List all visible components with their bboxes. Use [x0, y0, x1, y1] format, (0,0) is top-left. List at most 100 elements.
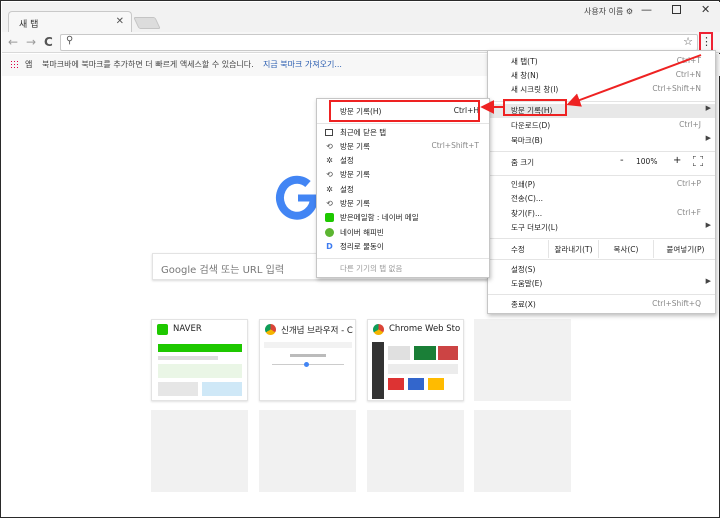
reload-icon[interactable]: C: [44, 35, 53, 49]
gear-icon: ✲: [326, 156, 333, 165]
copy-button[interactable]: 복사(C): [598, 240, 653, 258]
close-window-icon[interactable]: ✕: [701, 3, 710, 16]
submenu-history-entry[interactable]: ⟲ 방문 기록 Ctrl+Shift+T: [317, 140, 489, 154]
tile-thumbnail: [372, 342, 460, 399]
menu-item-label: 새 창(N): [511, 71, 539, 80]
tab-title: 새 탭: [19, 20, 39, 30]
zoom-out-button[interactable]: -: [620, 155, 624, 166]
profile-name[interactable]: 사용자 이름 ⚙: [584, 6, 633, 17]
menu-item-new-window[interactable]: 새 창(N) Ctrl+N: [488, 69, 715, 83]
menu-item-shortcut: Ctrl+F: [677, 208, 701, 217]
submenu-item-label: 최근에 닫은 탭: [340, 128, 387, 137]
tile-naver[interactable]: NAVER: [151, 319, 248, 401]
maximize-icon[interactable]: [672, 5, 681, 14]
back-icon[interactable]: ←: [8, 35, 18, 49]
tile-empty: [474, 410, 571, 492]
history-icon: ⟲: [326, 170, 333, 179]
cut-button[interactable]: 잘라내기(T): [548, 240, 598, 258]
forward-icon[interactable]: →: [26, 35, 36, 49]
fullscreen-icon[interactable]: [693, 156, 703, 166]
submenu-item-label: 네이버 해피빈: [340, 228, 384, 237]
submenu-item-label: 방문 기록(H): [340, 107, 382, 116]
menu-item-shortcut: Ctrl+N: [675, 70, 701, 79]
tile-title: Chrome Web Store: [389, 324, 461, 334]
submenu-recently-closed-tab[interactable]: 최근에 닫은 탭: [317, 126, 489, 140]
new-tab-button[interactable]: [133, 17, 161, 29]
happybean-icon: [325, 228, 334, 237]
menu-item-label: 방문 기록(H): [511, 106, 553, 115]
bookmarks-message: 북마크바에 북마크를 추가하면 더 빠르게 액세스할 수 있습니다.: [42, 60, 254, 69]
menu-item-label: 인쇄(P): [511, 180, 536, 189]
gear-icon: ✲: [326, 185, 333, 194]
tile-empty: [151, 410, 248, 492]
menu-item-shortcut: Ctrl+T: [676, 56, 701, 65]
tile-header: 신개념 브라우저 - C...: [260, 320, 355, 340]
chrome-favicon-icon: [265, 324, 276, 335]
history-icon: ⟲: [326, 142, 333, 151]
submenu-history-entry[interactable]: ⟲ 방문 기록: [317, 168, 489, 182]
menu-item-settings[interactable]: 설정(S): [488, 263, 715, 277]
tile-chrome-web-store[interactable]: Chrome Web Store: [367, 319, 464, 401]
menu-item-shortcut: Ctrl+Shift+N: [652, 84, 701, 93]
menu-item-new-tab[interactable]: 새 탭(T) Ctrl+T: [488, 55, 715, 69]
menu-item-label: 새 탭(T): [511, 57, 538, 66]
bookmark-star-icon[interactable]: ☆: [683, 35, 693, 48]
tile-title: NAVER: [173, 324, 202, 334]
menu-item-shortcut: Ctrl+J: [679, 120, 701, 129]
menu-item-label: 설정(S): [511, 265, 536, 274]
import-bookmarks-link[interactable]: 지금 북마크 가져오기...: [263, 59, 342, 70]
menu-item-exit[interactable]: 종료(X) Ctrl+Shift+Q: [488, 298, 715, 312]
menu-item-find[interactable]: 찾기(F)... Ctrl+F: [488, 207, 715, 221]
menu-separator: [488, 294, 715, 295]
menu-item-history[interactable]: 방문 기록(H) ▶: [488, 104, 715, 118]
submenu-settings-entry[interactable]: ✲ 설정: [317, 154, 489, 168]
submenu-item-label: 설정: [340, 156, 354, 165]
submenu-item-label: 정리로 물동이: [340, 242, 384, 251]
tab-new-tab[interactable]: 새 탭 ✕: [8, 11, 132, 33]
address-bar[interactable]: ⚲ ☆: [60, 34, 698, 51]
submenu-history-header[interactable]: 방문 기록(H) Ctrl+H: [317, 105, 489, 119]
submenu-no-other-devices: 다른 기기의 탭 없음: [317, 262, 489, 276]
submenu-item-label: 방문 기록: [340, 142, 370, 151]
tile-empty: [367, 410, 464, 492]
menu-item-cast[interactable]: 전송(C)...: [488, 192, 715, 206]
zoom-in-button[interactable]: +: [673, 155, 681, 166]
tile-empty: [259, 410, 356, 492]
tile-header: Chrome Web Store: [368, 320, 463, 340]
submenu-naver-happybean[interactable]: 네이버 해피빈: [317, 226, 489, 240]
minimize-icon[interactable]: —: [641, 3, 652, 16]
menu-item-label: 북마크(B): [511, 136, 543, 145]
browser-window: 새 탭 ✕ 사용자 이름 ⚙ — ✕ ← → C ⚲ ☆ ⋮ 앱 북마크바에 북…: [0, 0, 720, 518]
menu-item-label: 종료(X): [511, 300, 536, 309]
zoom-value: 100%: [636, 157, 658, 166]
paste-button[interactable]: 붙여넣기(P): [653, 240, 717, 258]
menu-item-downloads[interactable]: 다운로드(D) Ctrl+J: [488, 119, 715, 133]
zoom-label: 줌 크기: [511, 158, 535, 167]
apps-grid-icon[interactable]: [10, 60, 19, 69]
submenu-history-entry[interactable]: ⟲ 방문 기록: [317, 197, 489, 211]
submenu-item-label: 설정: [340, 185, 354, 194]
tile-chrome-welcome[interactable]: 신개념 브라우저 - C...: [259, 319, 356, 401]
menu-item-print[interactable]: 인쇄(P) Ctrl+P: [488, 178, 715, 192]
naver-mail-icon: [325, 213, 334, 222]
tab-icon: [325, 129, 333, 136]
tab-close-icon[interactable]: ✕: [116, 16, 124, 27]
apps-label[interactable]: 앱: [25, 59, 32, 70]
menu-item-label: 새 시크릿 창(I): [511, 85, 559, 94]
history-submenu: 방문 기록(H) Ctrl+H 최근에 닫은 탭 ⟲ 방문 기록 Ctrl+Sh…: [316, 98, 490, 278]
menu-separator: [488, 175, 715, 176]
menu-item-incognito[interactable]: 새 시크릿 창(I) Ctrl+Shift+N: [488, 83, 715, 97]
menu-separator: [317, 123, 489, 124]
submenu-naver-mail[interactable]: 받은메일함 : 네이버 메일: [317, 211, 489, 225]
menu-separator: [488, 151, 715, 152]
title-bar: 새 탭 ✕ 사용자 이름 ⚙ — ✕: [2, 2, 720, 33]
submenu-daum-entry[interactable]: D 정리로 물동이: [317, 240, 489, 254]
menu-item-more-tools[interactable]: 도구 더보기(L) ▶: [488, 221, 715, 235]
menu-item-shortcut: Ctrl+P: [676, 179, 701, 188]
chrome-main-menu: 새 탭(T) Ctrl+T 새 창(N) Ctrl+N 새 시크릿 창(I) C…: [487, 50, 716, 314]
menu-item-help[interactable]: 도움말(E) ▶: [488, 277, 715, 291]
edit-label: 수정: [511, 245, 525, 254]
submenu-settings-entry[interactable]: ✲ 설정: [317, 183, 489, 197]
menu-item-bookmarks[interactable]: 북마크(B) ▶: [488, 134, 715, 148]
naver-favicon-icon: [157, 324, 168, 335]
